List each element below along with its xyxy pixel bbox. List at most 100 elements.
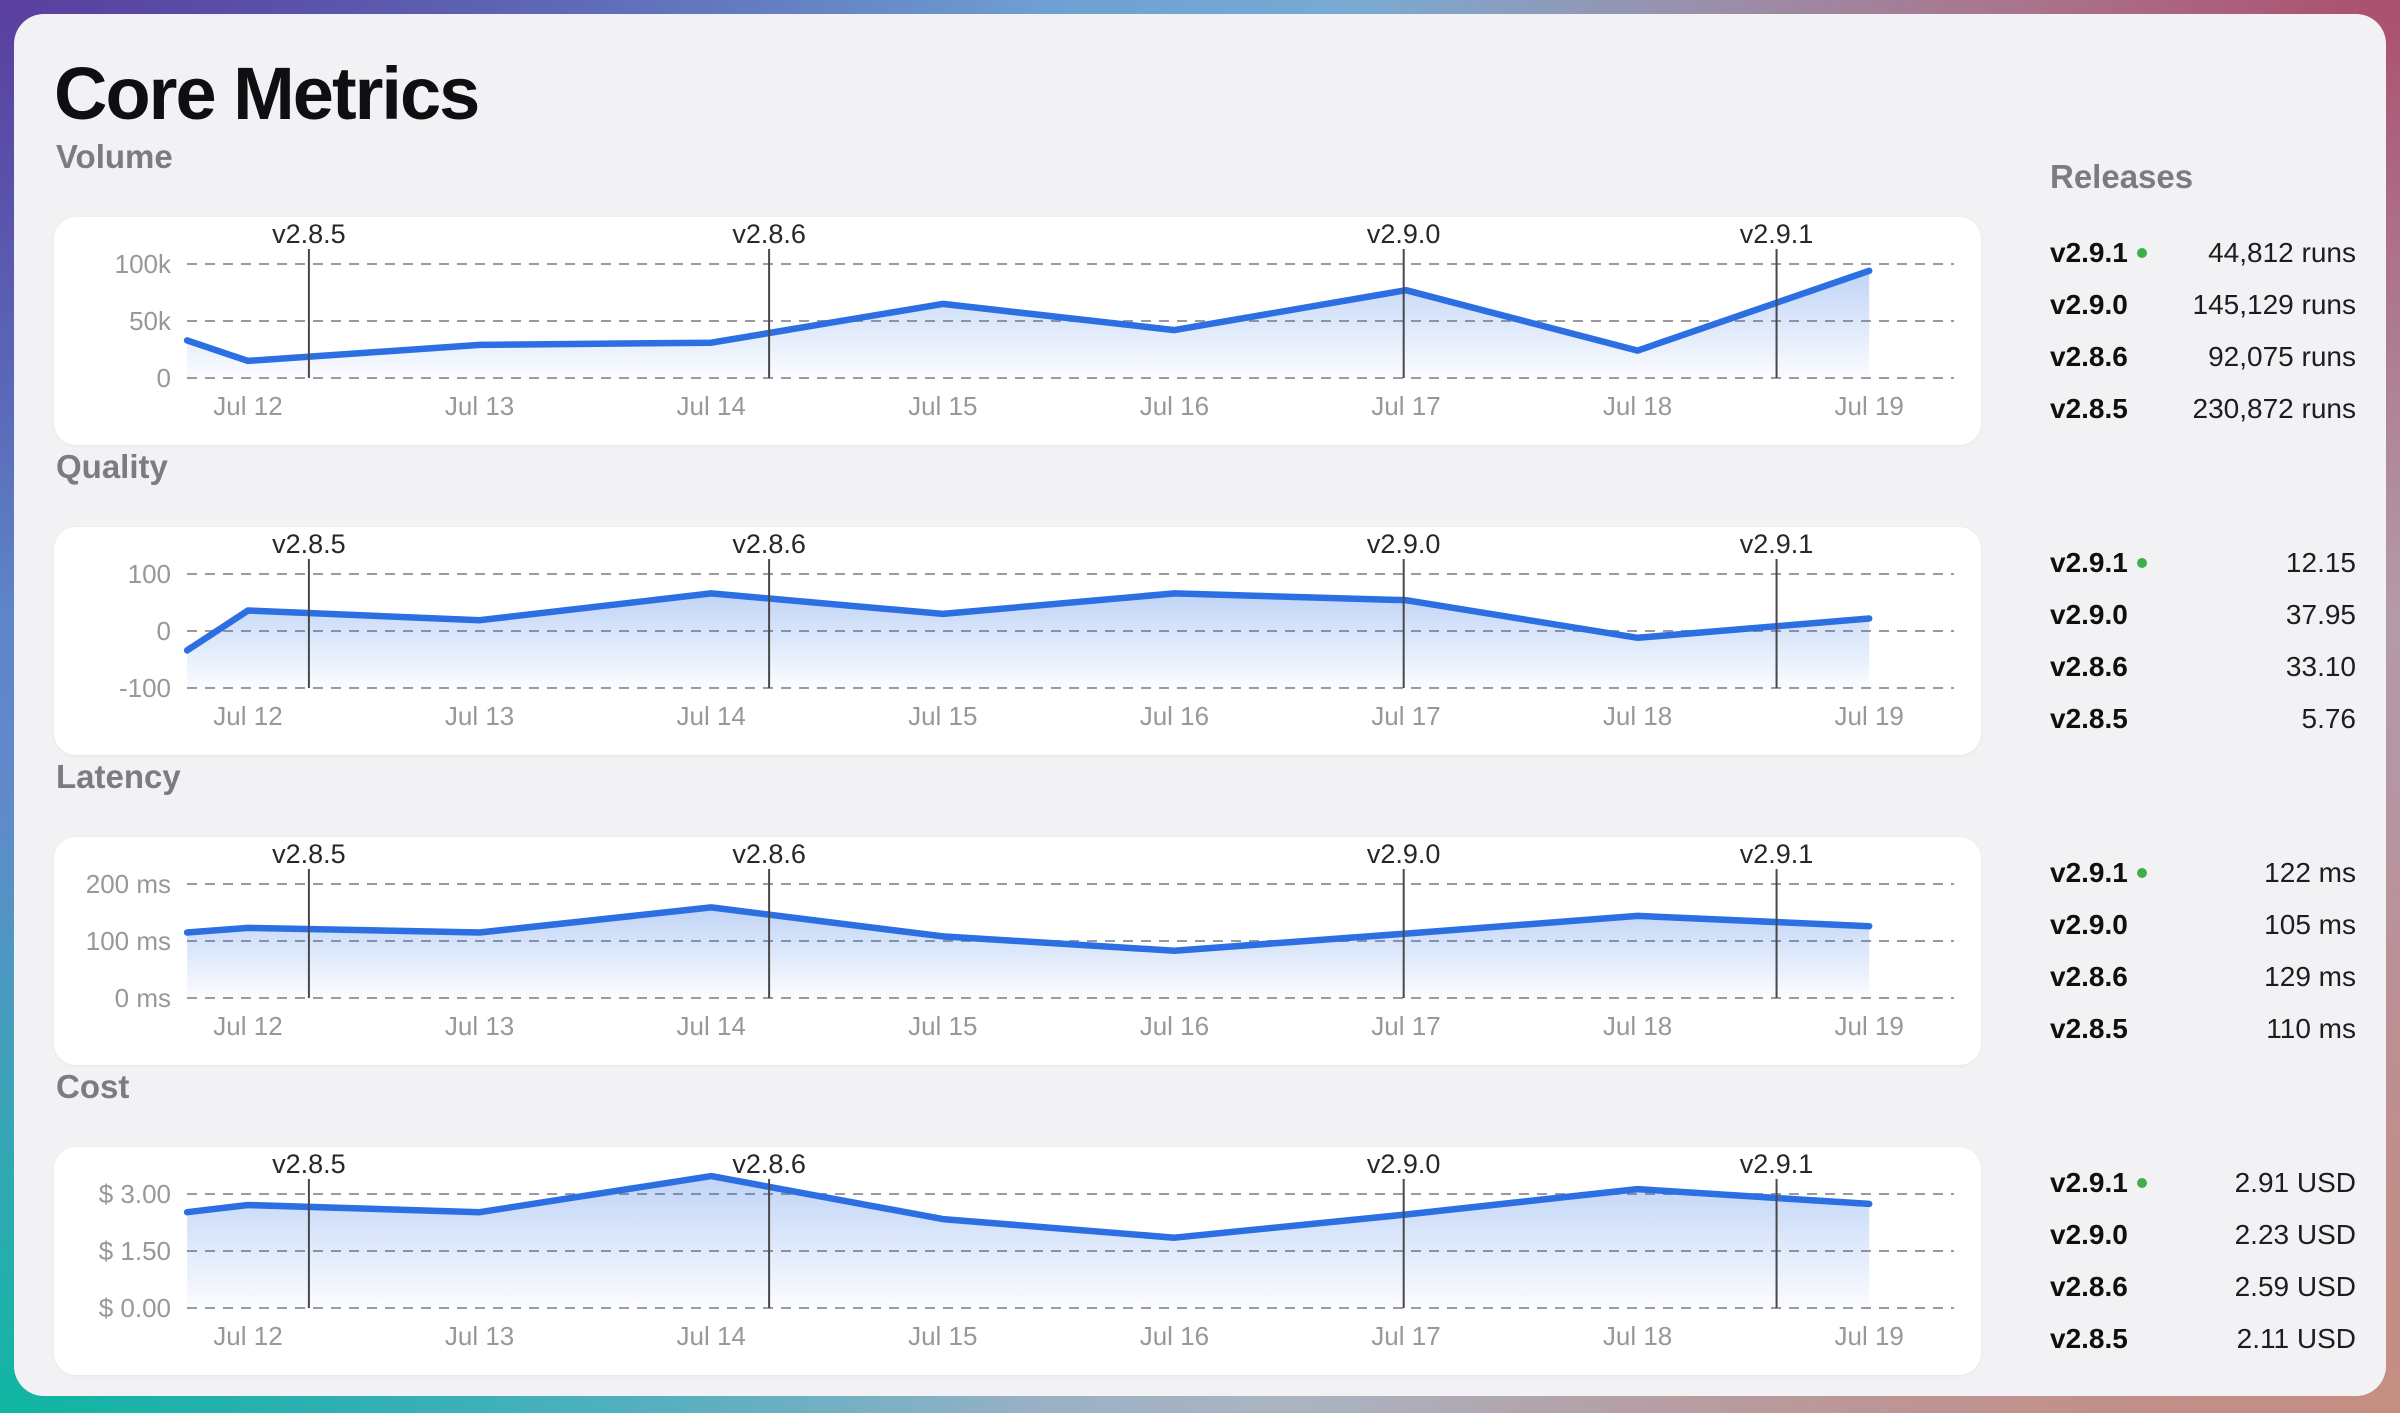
release-version: v2.8.6 xyxy=(2050,651,2128,683)
x-axis-tick-label: Jul 13 xyxy=(445,701,514,731)
x-axis-tick-label: Jul 18 xyxy=(1603,701,1672,731)
x-axis-tick-label: Jul 18 xyxy=(1603,1011,1672,1041)
x-axis-tick-label: Jul 18 xyxy=(1603,391,1672,421)
release-version-group: v2.8.5 xyxy=(2050,703,2128,735)
x-axis-tick-label: Jul 17 xyxy=(1371,701,1440,731)
release-version-group: v2.8.6 xyxy=(2050,1271,2128,1303)
releases-panel-title: Releases xyxy=(2050,158,2193,196)
release-version: v2.9.1 xyxy=(2050,237,2128,269)
latency-chart: 0 ms100 ms200 msJul 12Jul 13Jul 14Jul 15… xyxy=(54,837,1981,1065)
x-axis-tick-label: Jul 16 xyxy=(1140,391,1209,421)
x-axis-tick-label: Jul 13 xyxy=(445,1321,514,1351)
release-stats-latency: v2.9.1122 msv2.9.0105 msv2.8.6129 msv2.8… xyxy=(2050,847,2356,1055)
release-value: 230,872 runs xyxy=(2193,393,2356,425)
x-axis-tick-label: Jul 15 xyxy=(908,391,977,421)
volume-chart: 0 50k 100k Jul 12 Jul 13 Jul 14 Jul 15 Jul 16 Ju… xyxy=(54,217,1981,445)
release-version: v2.8.5 xyxy=(2050,703,2128,735)
y-axis-tick-label: -100 xyxy=(119,673,171,703)
release-row: v2.8.55.76 xyxy=(2050,693,2356,745)
release-version-group: v2.8.5 xyxy=(2050,393,2128,425)
x-axis-tick-label: Jul 16 xyxy=(1140,1321,1209,1351)
release-row: v2.8.6 92,075 runs xyxy=(2050,331,2356,383)
latency-chart-card: 0 ms100 ms200 msJul 12Jul 13Jul 14Jul 15… xyxy=(54,837,1981,1065)
release-row: v2.8.52.11 USD xyxy=(2050,1313,2356,1365)
y-axis-tick-label: 0 xyxy=(157,616,171,646)
y-axis-tick-label: 100k xyxy=(115,249,172,279)
release-marker-label: v2.8.6 xyxy=(732,1149,806,1179)
release-value: 105 ms xyxy=(2264,909,2356,941)
release-version: v2.8.6 xyxy=(2050,341,2128,373)
release-marker-label: v2.8.5 xyxy=(272,219,346,249)
release-version-group: v2.8.6 xyxy=(2050,961,2128,993)
section-label-quality: Quality xyxy=(56,448,556,486)
release-version: v2.8.5 xyxy=(2050,393,2128,425)
release-version: v2.9.0 xyxy=(2050,599,2128,631)
series-area-fill xyxy=(187,1176,1869,1308)
x-axis-tick-label: Jul 14 xyxy=(677,1321,746,1351)
release-version-group: v2.9.1 xyxy=(2050,237,2147,269)
release-marker-label: v2.9.1 xyxy=(1740,839,1814,869)
y-axis-tick-label: $ 1.50 xyxy=(99,1236,171,1266)
release-version: v2.8.5 xyxy=(2050,1323,2128,1355)
y-axis-tick-label: 50k xyxy=(129,306,172,336)
section-label-cost: Cost xyxy=(56,1068,556,1106)
release-row: v2.9.0105 ms xyxy=(2050,899,2356,951)
y-axis-tick-label: 200 ms xyxy=(86,869,171,899)
release-marker-label: v2.8.5 xyxy=(272,529,346,559)
release-marker-label: v2.8.5 xyxy=(272,1149,346,1179)
release-marker-label: v2.9.1 xyxy=(1740,1149,1814,1179)
release-version-group: v2.8.5 xyxy=(2050,1323,2128,1355)
release-version-group: v2.9.0 xyxy=(2050,599,2128,631)
dashboard-card: Core Metrics Releases Volume 0 50k 100k Jul… xyxy=(14,14,2386,1396)
release-stats-volume: v2.9.144,812 runsv2.9.0145,129 runsv2.8.… xyxy=(2050,227,2356,435)
release-row: v2.8.6 33.10 xyxy=(2050,641,2356,693)
x-axis-tick-label: Jul 12 xyxy=(213,391,282,421)
release-version-group: v2.9.0 xyxy=(2050,1219,2128,1251)
x-axis-tick-label: Jul 16 xyxy=(1140,701,1209,731)
gradient-frame: Core Metrics Releases Volume 0 50k 100k Jul… xyxy=(0,0,2400,1413)
volume-chart-card: 0 50k 100k Jul 12 Jul 13 Jul 14 Jul 15 Jul 16 Ju… xyxy=(54,217,1981,445)
release-row: v2.8.6129 ms xyxy=(2050,951,2356,1003)
x-axis-tick-label: Jul 19 xyxy=(1835,1321,1904,1351)
release-marker-label: v2.8.5 xyxy=(272,839,346,869)
y-axis-tick-label: 100 xyxy=(128,559,171,589)
x-axis-tick-label: Jul 12 xyxy=(213,701,282,731)
current-release-dot-icon xyxy=(2137,248,2147,258)
x-axis-tick-label: Jul 13 xyxy=(445,391,514,421)
release-row: v2.9.144,812 runs xyxy=(2050,227,2356,279)
release-marker-label: v2.9.1 xyxy=(1740,529,1814,559)
x-axis-tick-label: Jul 14 xyxy=(677,1011,746,1041)
release-value: 110 ms xyxy=(2266,1013,2356,1045)
x-axis-tick-label: Jul 14 xyxy=(677,391,746,421)
release-version-group: v2.9.1 xyxy=(2050,1167,2147,1199)
x-axis-tick-label: Jul 17 xyxy=(1371,1321,1440,1351)
release-marker-label: v2.9.0 xyxy=(1367,529,1441,559)
release-row: v2.9.1 12.15 xyxy=(2050,537,2356,589)
x-axis-tick-label: Jul 14 xyxy=(677,701,746,731)
release-value: 122 ms xyxy=(2264,857,2356,889)
release-marker-label: v2.9.0 xyxy=(1367,219,1441,249)
release-version-group: v2.8.5 xyxy=(2050,1013,2128,1045)
release-value: 33.10 xyxy=(2286,651,2356,683)
release-value: 12.15 xyxy=(2286,547,2356,579)
section-label-volume: Volume xyxy=(56,138,556,176)
release-version-group: v2.8.6 xyxy=(2050,341,2128,373)
release-marker-label: v2.8.6 xyxy=(732,839,806,869)
release-marker-label: v2.9.0 xyxy=(1367,839,1441,869)
release-value: 92,075 runs xyxy=(2208,341,2356,373)
x-axis-tick-label: Jul 12 xyxy=(213,1321,282,1351)
release-value: 2.23 USD xyxy=(2235,1219,2356,1251)
release-value: 2.59 USD xyxy=(2235,1271,2356,1303)
y-axis-tick-label: 0 xyxy=(157,363,171,393)
release-value: 37.95 xyxy=(2286,599,2356,631)
release-row: v2.9.0 2.23 USD xyxy=(2050,1209,2356,1261)
release-version: v2.8.6 xyxy=(2050,1271,2128,1303)
page-title: Core Metrics xyxy=(54,54,478,134)
current-release-dot-icon xyxy=(2137,868,2147,878)
release-version: v2.9.1 xyxy=(2050,1167,2128,1199)
x-axis-tick-label: Jul 19 xyxy=(1835,701,1904,731)
release-row: v2.9.12.91 USD xyxy=(2050,1157,2356,1209)
y-axis-tick-label: 100 ms xyxy=(86,926,171,956)
release-row: v2.9.1122 ms xyxy=(2050,847,2356,899)
release-version: v2.9.1 xyxy=(2050,547,2128,579)
